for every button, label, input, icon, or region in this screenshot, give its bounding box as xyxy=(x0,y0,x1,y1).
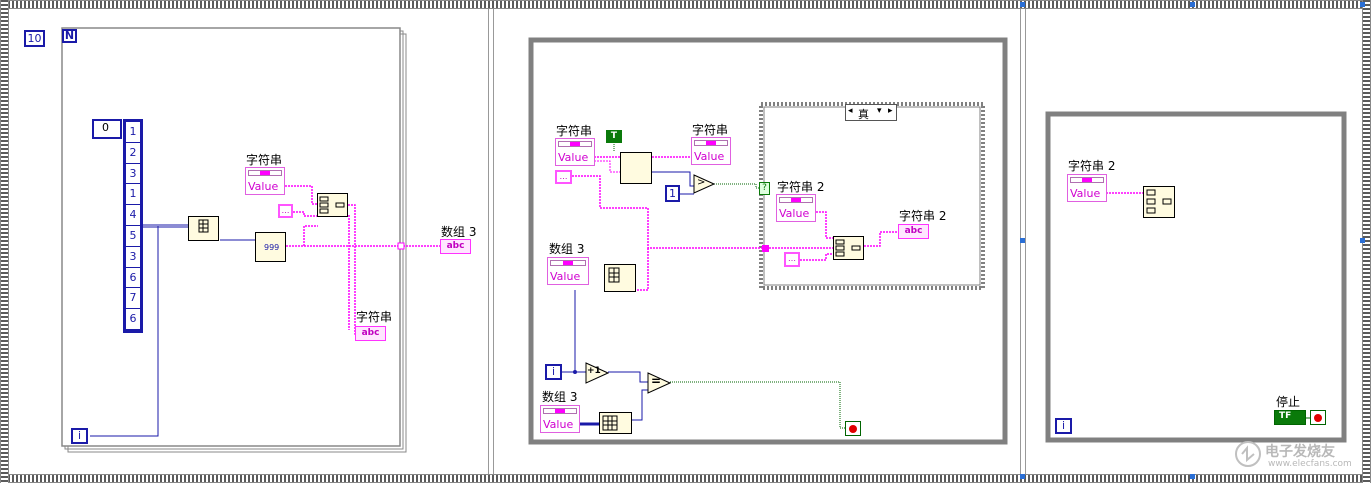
frame1-string-value: Value xyxy=(248,180,279,193)
loop-count-constant[interactable]: 10 xyxy=(24,30,45,47)
case-string-control-label: 字符串 2 xyxy=(777,180,825,194)
frame2-array-label-2: 数组 3 xyxy=(542,390,578,404)
frame2-index-array-node[interactable] xyxy=(604,264,636,292)
case-selector-value: 真 xyxy=(858,108,869,121)
frame3-stop-button[interactable]: TF xyxy=(1274,410,1306,425)
frame3-string-control-label: 字符串 2 xyxy=(1068,159,1116,173)
case-string-value: Value xyxy=(779,207,810,220)
frame2-string-control-label: 字符串 xyxy=(556,124,593,138)
stop-tf-text: TF xyxy=(1279,411,1292,421)
frame3-iteration-terminal: i xyxy=(1055,418,1072,434)
frame1-empty-string-constant[interactable]: … xyxy=(278,204,293,218)
array-size-icon xyxy=(602,415,618,431)
watermark-url: www.elecfans.com xyxy=(1268,459,1352,469)
case-concatenate-node[interactable] xyxy=(833,236,864,260)
array-index-value: 0 xyxy=(102,121,109,134)
array-index-node[interactable] xyxy=(188,216,219,241)
frame2-search-replace-node[interactable] xyxy=(620,152,652,184)
case-selector-terminal[interactable]: ? xyxy=(759,182,770,195)
frame3-string-control[interactable]: Value xyxy=(1067,174,1107,202)
frame2-array-control[interactable]: Value xyxy=(547,257,589,285)
increment-symbol: +1 xyxy=(587,366,601,376)
array-element[interactable]: 3 xyxy=(126,247,140,268)
frame1-array-indicator-label: 数组 3 xyxy=(441,225,477,239)
frame2-iteration-terminal: i xyxy=(545,364,562,380)
format-code-text: 999 xyxy=(264,243,280,252)
case-string-indicator[interactable]: abc xyxy=(898,224,929,239)
case-selector-dropdown[interactable]: ◂ 真 ▾ ▸ xyxy=(845,104,897,121)
frame2-array-value: Value xyxy=(550,270,581,283)
watermark-logo-icon xyxy=(1235,441,1261,467)
array-element[interactable]: 6 xyxy=(126,309,140,330)
case-next-icon[interactable]: ▸ xyxy=(888,106,893,116)
array-element[interactable]: 1 xyxy=(126,184,140,206)
frame1-string-control[interactable]: Value xyxy=(245,167,285,195)
frame1-string-indicator-label: 字符串 xyxy=(356,310,393,324)
frame2-true-constant[interactable]: T xyxy=(606,130,622,143)
frame1-array-indicator[interactable]: abc xyxy=(440,239,471,254)
frame2-string-value: Value xyxy=(558,151,589,164)
case-prev-icon[interactable]: ◂ xyxy=(848,106,853,116)
equal-symbol: = xyxy=(651,374,662,388)
concatenate-icon xyxy=(835,239,861,257)
frame3-stop-label: 停止 xyxy=(1276,395,1301,409)
array-element[interactable]: 2 xyxy=(126,143,140,164)
scan-string-icon xyxy=(1146,189,1172,214)
chevron-down-icon[interactable]: ▾ xyxy=(877,106,882,116)
frame1-string-control-label: 字符串 xyxy=(246,153,283,167)
frame3-scan-string-node[interactable] xyxy=(1143,186,1175,218)
frame2-string-indicator-label: 字符串 xyxy=(692,123,729,137)
frame3-stop-condition-icon[interactable] xyxy=(1310,410,1326,425)
array-element[interactable]: 4 xyxy=(126,205,140,226)
frame2-stop-condition-icon[interactable] xyxy=(845,421,861,436)
frame3-string-value: Value xyxy=(1070,187,1101,200)
index-array-icon xyxy=(608,267,620,283)
array-element[interactable]: 5 xyxy=(126,226,140,247)
frame2-string-indicator-value: Value xyxy=(694,150,725,163)
frame2-array-value-2: Value xyxy=(543,418,574,431)
array-element[interactable]: 1 xyxy=(126,122,140,143)
frame1-concatenate-node[interactable] xyxy=(317,193,348,217)
array-size-node[interactable] xyxy=(599,412,632,434)
frame2-numeric-constant[interactable]: 1 xyxy=(665,185,680,202)
greater-than-symbol: > xyxy=(697,177,706,188)
frame1-iteration-terminal: i xyxy=(71,428,88,444)
loop-count-terminal[interactable]: N xyxy=(62,29,77,43)
case-string-control[interactable]: Value xyxy=(776,194,816,222)
index-array-icon xyxy=(198,219,209,233)
array-element[interactable]: 3 xyxy=(126,164,140,185)
frame2-string-indicator[interactable]: Value xyxy=(691,137,731,165)
array-element[interactable]: 7 xyxy=(126,288,140,310)
case-empty-string-constant[interactable]: … xyxy=(784,252,800,267)
concatenate-icon xyxy=(319,196,345,214)
frame2-array-control-2[interactable]: Value xyxy=(540,405,580,433)
number-to-string-node[interactable]: 999 xyxy=(255,232,286,262)
case-string-indicator-label: 字符串 2 xyxy=(899,209,947,223)
array-constant[interactable]: 1231453676 xyxy=(123,119,143,333)
array-element[interactable]: 6 xyxy=(126,268,140,289)
watermark-logo-text: 电子发烧友 xyxy=(1265,444,1335,460)
frame1-string-indicator[interactable]: abc xyxy=(355,326,386,341)
frame2-array-label: 数组 3 xyxy=(549,242,585,256)
frame2-string-control[interactable]: Value xyxy=(555,138,595,166)
frame2-empty-string-constant[interactable]: … xyxy=(555,170,572,184)
